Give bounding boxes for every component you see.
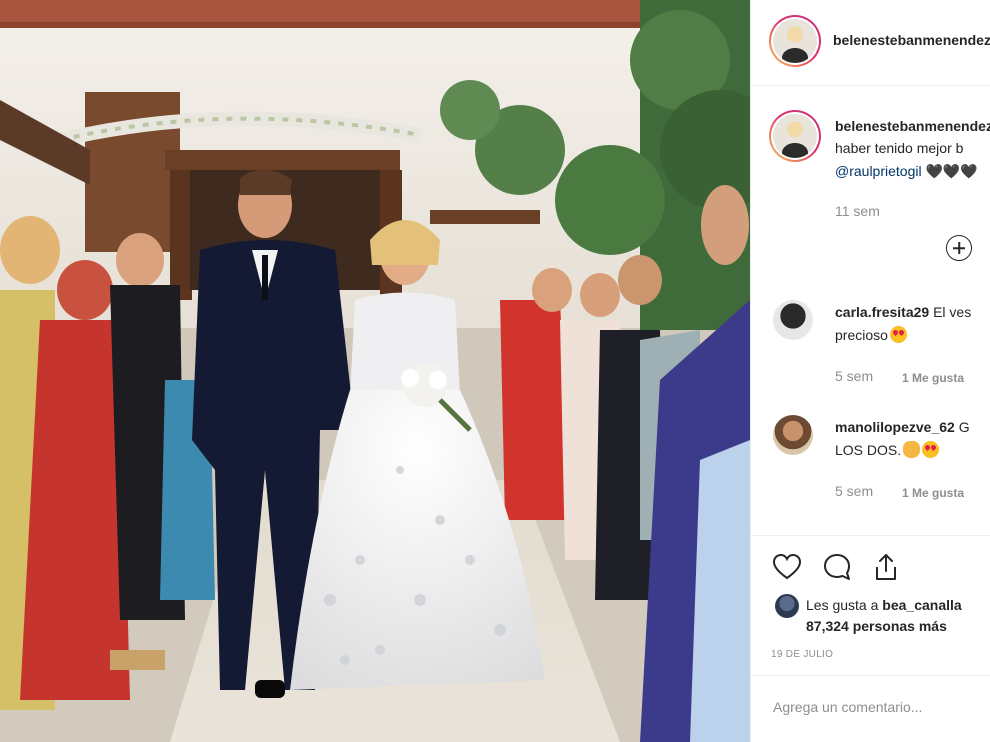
clapping-hands-emoji-icon <box>903 441 921 458</box>
caption-avatar[interactable] <box>769 110 821 162</box>
caption-username[interactable]: belenestebanmenendez <box>835 118 990 134</box>
liker-avatar[interactable] <box>775 594 799 618</box>
comment-avatar[interactable] <box>773 415 813 455</box>
comment-text: manolilopezve_62 G <box>835 419 970 435</box>
author-username[interactable]: belenestebanmenendez <box>833 32 990 48</box>
comment-text-line-2: precioso <box>835 324 907 346</box>
comment-age[interactable]: 5 sem <box>835 368 873 384</box>
share-icon[interactable] <box>870 551 902 583</box>
caption-mention-link[interactable]: @raulprietogil <box>835 163 922 179</box>
post-header: belenestebanmenendez <box>751 0 990 86</box>
comment-likes[interactable]: 1 Me gusta <box>902 371 964 385</box>
caption-hearts: 🖤🖤🖤 <box>925 163 978 179</box>
heart-eyes-emoji-icon <box>922 441 940 458</box>
comment-username[interactable]: carla.fresita29 <box>835 304 929 320</box>
comment-text-line-2: LOS DOS. <box>835 439 940 461</box>
add-comment-bar <box>751 675 990 742</box>
post-side-panel: belenestebanmenendez belenestebanmenende… <box>750 0 990 742</box>
wedding-photo <box>0 0 750 742</box>
add-comment-input[interactable] <box>771 698 975 716</box>
comment-age[interactable]: 5 sem <box>835 483 873 499</box>
comment-icon[interactable] <box>821 551 853 583</box>
likes-summary: Les gusta a bea_canalla <box>806 597 962 613</box>
caption-age[interactable]: 11 sem <box>835 203 880 219</box>
post-date[interactable]: 19 DE JULIO <box>771 649 833 660</box>
caption-line-2: @raulprietogil 🖤🖤🖤 <box>835 162 978 180</box>
post-photo[interactable] <box>0 0 750 742</box>
caption-line: haber tenido mejor b <box>835 140 964 156</box>
comment-text: carla.fresita29 El ves <box>835 304 972 320</box>
comment-username[interactable]: manolilopezve_62 <box>835 419 955 435</box>
comment-avatar[interactable] <box>773 300 813 340</box>
comment-likes[interactable]: 1 Me gusta <box>902 486 964 500</box>
liker-username[interactable]: bea_canalla <box>882 597 961 613</box>
heart-eyes-emoji-icon <box>889 326 907 343</box>
author-avatar[interactable] <box>769 15 821 67</box>
likes-count[interactable]: 87,324 personas más <box>806 616 947 636</box>
heart-icon[interactable] <box>771 551 803 583</box>
plus-circle-icon[interactable] <box>946 235 972 261</box>
post-actions: Les gusta a bea_canalla 87,324 personas … <box>751 535 990 676</box>
